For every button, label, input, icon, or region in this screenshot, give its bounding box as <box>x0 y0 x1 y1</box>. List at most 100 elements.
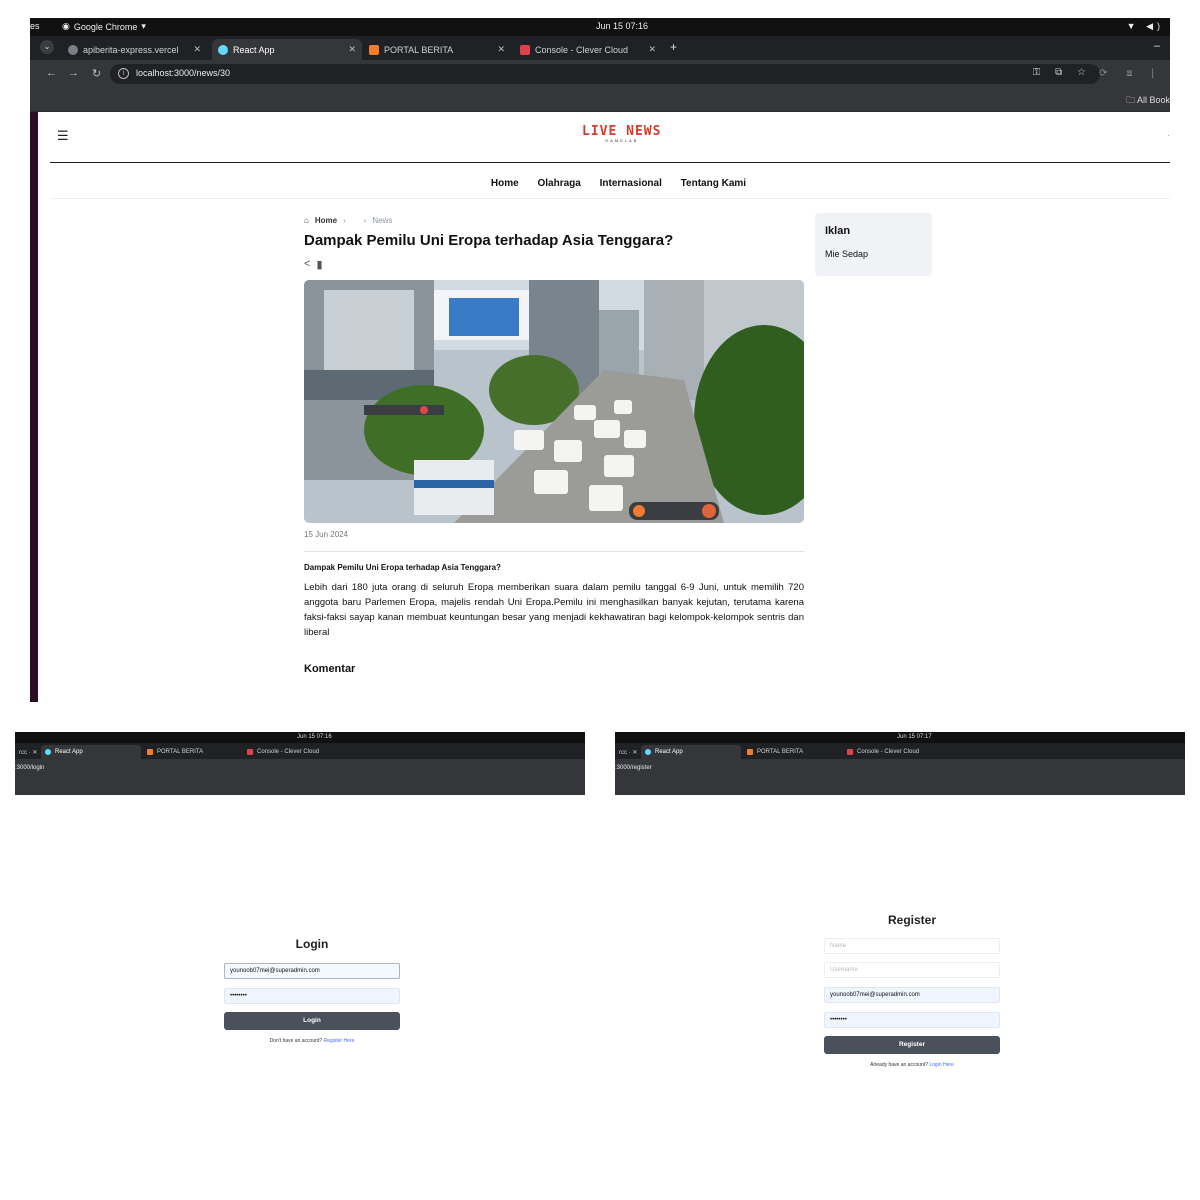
tab-clever-cloud[interactable]: Console - Clever Cloud ✕ <box>514 39 662 60</box>
site-info-icon[interactable]: i <box>118 68 129 79</box>
hamburger-menu-icon[interactable]: ☰ <box>57 128 69 144</box>
portal-favicon-icon <box>369 44 379 55</box>
ad-heading: Iklan <box>825 225 851 237</box>
name-field[interactable]: Name <box>824 938 1000 954</box>
tab-label: PORTAL BERITA <box>157 749 204 755</box>
login-prompt-text: Already have an account? <box>870 1062 928 1068</box>
os-top-bar: Jun 15 07:17 <box>615 732 1185 743</box>
address-bar-actions[interactable]: ⚿ ⧉ ☆ <box>1033 67 1092 78</box>
tab-react-app[interactable]: React App ✕ <box>212 39 362 60</box>
ad-card[interactable]: Iklan Mie Sedap <box>815 213 932 276</box>
browser-toolbar: ← → ↻ i localhost:3000/news/30 ⚿ ⧉ ☆ ⟳ ⧈… <box>30 60 1170 88</box>
bookmarks-bar <box>615 779 1185 795</box>
tab-portal-berita[interactable]: PORTAL BERITA <box>743 745 841 759</box>
email-field[interactable]: younoob07mei@superadmin.com <box>224 963 400 979</box>
login-title: Login <box>295 937 329 951</box>
tab-clever-cloud[interactable]: Console - Clever Cloud <box>243 745 353 759</box>
close-tab-icon[interactable]: ✕ <box>497 44 505 55</box>
email-field[interactable]: younoob07mei@superadmin.com <box>824 987 1000 1003</box>
password-field[interactable]: •••••••• <box>824 1012 1000 1028</box>
nav-divider <box>50 198 1170 199</box>
extension-icons[interactable]: ⟳ ⧈ | <box>1099 68 1162 79</box>
chevron-right-icon: › <box>343 216 346 225</box>
browser-toolbar: :3000/login <box>15 759 585 779</box>
os-clock[interactable]: Jun 15 07:17 <box>897 734 932 740</box>
system-tray[interactable]: ▼ ◀) <box>1127 21 1164 32</box>
reload-icon[interactable]: ↻ <box>92 67 101 80</box>
caret-down-icon: ▾ <box>141 21 146 31</box>
home-icon: ⌂ <box>304 216 309 225</box>
password-field[interactable]: •••••••• <box>224 988 400 1004</box>
address-bar[interactable]: i localhost:3000/news/30 ⚿ ⧉ ☆ <box>110 64 1100 84</box>
article-date: 15 Jun 2024 <box>304 530 349 539</box>
breadcrumb-current[interactable]: News <box>372 216 392 225</box>
bookmark-icon[interactable]: ▮ <box>316 258 322 271</box>
chrome-app-menu[interactable]: ◉ Google Chrome ▾ <box>62 21 146 32</box>
globe-icon <box>68 44 78 55</box>
tab-clever-cloud[interactable]: Console - Clever Cloud <box>843 745 953 759</box>
bookmarks-bar: 🗀 All Book <box>30 88 1170 112</box>
site-logo[interactable]: LIVE NEWS GAMELAB <box>582 124 661 143</box>
chevron-right-icon: › <box>363 216 367 225</box>
nav-tentang-kami[interactable]: Tentang Kami <box>681 178 746 189</box>
logo-main-text: LIVE NEWS <box>582 124 662 139</box>
nav-internasional[interactable]: Internasional <box>600 178 662 189</box>
login-screenshot: Jun 15 07:16 rcc · ✕ React App PORTAL BE… <box>15 732 585 1132</box>
clever-cloud-favicon-icon <box>847 749 853 755</box>
all-bookmarks-folder[interactable]: 🗀 All Book <box>1126 93 1170 109</box>
react-icon <box>218 44 228 55</box>
tab-apiberita[interactable]: apiberita-express.vercel ✕ <box>62 39 207 60</box>
clever-cloud-favicon-icon <box>520 44 530 55</box>
tab-label: React App <box>233 44 275 55</box>
tab-portal-berita[interactable]: PORTAL BERITA ✕ <box>363 39 511 60</box>
tab-label: PORTAL BERITA <box>384 44 454 55</box>
os-top-bar: Jun 15 07:16 <box>15 732 585 743</box>
comments-heading: Komentar <box>304 663 356 675</box>
tab-strip: rcc · ✕ React App PORTAL BERITA Console … <box>15 743 585 759</box>
dock-edge <box>30 36 38 702</box>
activities-label[interactable]: es <box>30 21 40 31</box>
url-text[interactable]: :3000/register <box>615 765 652 771</box>
register-prompt: Don't have an account? Register Here <box>224 1038 400 1044</box>
register-button[interactable]: Register <box>824 1036 1000 1054</box>
browser-toolbar: :3000/register <box>615 759 1185 779</box>
clever-cloud-favicon-icon <box>247 749 253 755</box>
nav-olahraga[interactable]: Olahraga <box>538 178 581 189</box>
tab-previous-partial[interactable]: rcc · ✕ <box>15 745 41 759</box>
user-icon[interactable]: · <box>1167 130 1170 140</box>
tab-react-app[interactable]: React App <box>641 745 741 759</box>
register-screenshot: Jun 15 07:17 rcc · ✕ React App PORTAL BE… <box>615 732 1185 1132</box>
os-clock[interactable]: Jun 15 07:16 <box>297 734 332 740</box>
close-tab-icon[interactable]: ✕ <box>348 44 356 55</box>
close-tab-icon[interactable]: ✕ <box>648 44 656 55</box>
login-link[interactable]: Login Here <box>929 1062 953 1068</box>
forward-icon[interactable]: → <box>68 67 79 79</box>
login-button[interactable]: Login <box>224 1012 400 1030</box>
os-top-bar: es ◉ Google Chrome ▾ Jun 15 07:16 ▼ ◀) <box>30 18 1170 36</box>
close-tab-icon[interactable]: ✕ <box>193 44 201 55</box>
tab-label: React App <box>655 749 683 755</box>
tab-search-dropdown-icon[interactable]: ⌄ <box>40 40 54 54</box>
portal-favicon-icon <box>747 749 753 755</box>
url-text[interactable]: localhost:3000/news/30 <box>136 68 230 78</box>
chrome-icon: ◉ <box>62 21 70 31</box>
username-field[interactable]: Username <box>824 962 1000 978</box>
article-image <box>304 280 804 523</box>
share-icon[interactable]: < <box>304 258 310 271</box>
article-title: Dampak Pemilu Uni Eropa terhadap Asia Te… <box>304 232 674 249</box>
minimize-window-icon[interactable]: – <box>1154 40 1160 52</box>
tab-react-app[interactable]: React App <box>41 745 141 759</box>
new-tab-icon[interactable]: + <box>670 40 677 54</box>
register-link[interactable]: Register Here <box>323 1038 354 1044</box>
url-text[interactable]: :3000/login <box>15 765 44 771</box>
back-icon[interactable]: ← <box>46 67 57 79</box>
register-prompt-text: Don't have an account? <box>269 1038 323 1044</box>
news-page: ☰ LIVE NEWS GAMELAB · Home Olahraga Inte… <box>50 112 1170 702</box>
login-prompt: Already have an account? Login Here <box>824 1062 1000 1068</box>
tab-previous-partial[interactable]: rcc · ✕ <box>615 745 641 759</box>
folder-icon: 🗀 <box>1125 95 1135 105</box>
tab-portal-berita[interactable]: PORTAL BERITA <box>143 745 241 759</box>
breadcrumb-home[interactable]: Home <box>315 216 337 225</box>
nav-home[interactable]: Home <box>491 178 519 189</box>
os-clock[interactable]: Jun 15 07:16 <box>596 21 648 31</box>
